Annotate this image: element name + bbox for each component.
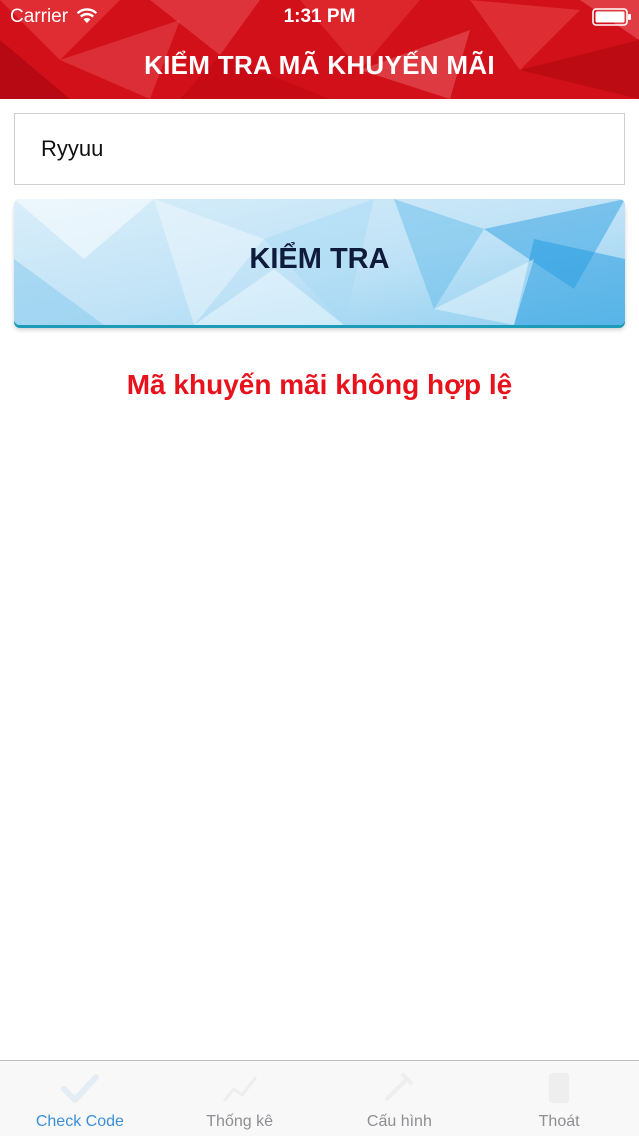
tab-logout[interactable]: Thoát: [479, 1061, 639, 1136]
checkmark-icon: [58, 1069, 102, 1112]
status-bar: Carrier 1:31 PM: [0, 0, 639, 32]
tab-label-logout: Thoát: [538, 1113, 580, 1130]
logout-icon: [537, 1069, 581, 1112]
status-time: 1:31 PM: [283, 6, 356, 27]
promo-code-input[interactable]: [14, 113, 625, 185]
check-button[interactable]: KIỂM TRA: [14, 199, 625, 325]
battery-icon: [592, 8, 632, 32]
tab-label-settings: Cấu hình: [366, 1113, 432, 1130]
tab-label-statistics: Thống kê: [206, 1113, 273, 1130]
tab-statistics[interactable]: Thống kê: [160, 1061, 320, 1136]
tab-bar: Check Code Thống kê Cấu hình Thoát: [0, 1060, 639, 1136]
check-button-label: KIỂM TRA: [249, 243, 390, 275]
tab-label-check-code: Check Code: [35, 1113, 124, 1130]
statistics-icon: [218, 1069, 262, 1112]
result-message: Mã khuyến mãi không hợp lệ: [126, 369, 513, 400]
tab-check-code[interactable]: Check Code: [0, 1061, 160, 1136]
settings-icon: [377, 1069, 421, 1112]
tab-settings[interactable]: Cấu hình: [320, 1061, 480, 1136]
header: Carrier 1:31 PM KIỂM TRA MÃ KHUYẾN MÃI: [0, 0, 639, 99]
page-title: KIỂM TRA MÃ KHUYẾN MÃI: [144, 50, 495, 80]
screen: Carrier 1:31 PM KIỂM TRA MÃ KHUYẾN MÃI R…: [0, 0, 639, 1136]
